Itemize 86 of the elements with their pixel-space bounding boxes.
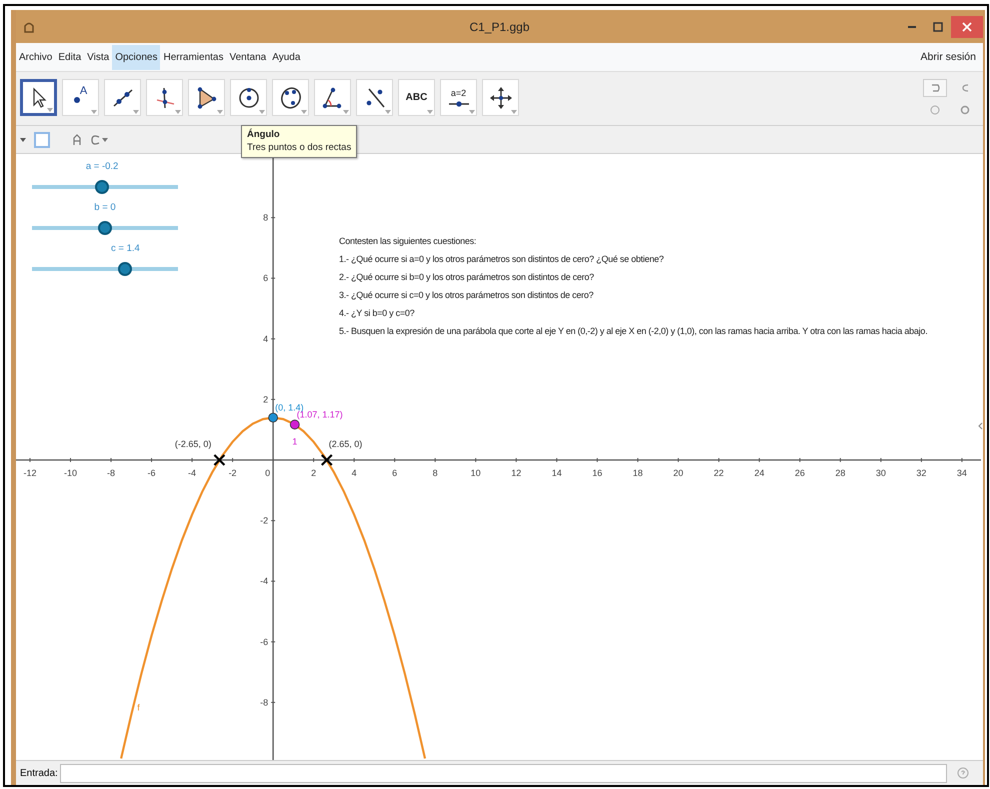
close-button[interactable] — [951, 16, 983, 38]
menu-item[interactable]: Vista — [84, 44, 112, 70]
question-text: 4.- ¿Y si b=0 y c=0? — [339, 308, 416, 318]
y-tick-label: 2 — [263, 394, 268, 404]
close-icon — [962, 22, 972, 32]
x-tick-label: 34 — [956, 468, 967, 478]
x-tick-label: 10 — [470, 468, 481, 478]
minimize-icon — [908, 26, 916, 28]
x-tick-label: 26 — [794, 468, 805, 478]
ellipse-icon — [278, 86, 302, 110]
point-label: (2.65, 0) — [328, 439, 362, 450]
slider-thumb[interactable] — [98, 221, 112, 235]
slider-label: b = 0 — [94, 202, 116, 213]
x-tick-label: 4 — [352, 468, 357, 478]
window-title: C1_P1.ggb — [469, 20, 530, 34]
x-tick-label: -4 — [188, 468, 196, 478]
menu-item[interactable]: Ayuda — [269, 44, 304, 70]
x-tick-label: 22 — [714, 468, 724, 478]
x-tick-label: 28 — [835, 468, 846, 478]
point[interactable] — [290, 420, 300, 430]
y-tick-label: 6 — [263, 273, 268, 284]
input-field[interactable] — [60, 764, 947, 782]
slider-label: c = 1.4 — [111, 243, 140, 254]
point-label: (-2.65, 0) — [174, 439, 212, 450]
x-tick-label: -2 — [228, 468, 237, 478]
y-tick-label: -4 — [260, 576, 268, 586]
tool-button[interactable] — [20, 79, 57, 116]
y-tick-label: -2 — [260, 516, 268, 526]
menu-item[interactable]: Opciones — [112, 44, 160, 70]
question-text: 2.- ¿Qué ocurre si b=0 y los otros parámetros son distintos de cero? — [339, 272, 595, 282]
maximize-icon — [933, 22, 943, 32]
menu-item[interactable]: Edita — [55, 44, 84, 70]
x-tick-label: -12 — [23, 468, 36, 478]
question-text: 3.- ¿Qué ocurre si c=0 y los otros parámetros son distintos de cero? — [339, 290, 594, 300]
x-tick-label: 20 — [673, 468, 684, 478]
y-tick-label: -8 — [260, 697, 268, 708]
x-tick-label: 0 — [265, 468, 270, 478]
x-tick-label: 12 — [511, 468, 522, 478]
x-tick-label: 6 — [392, 468, 398, 478]
x-tick-label: 16 — [592, 468, 602, 478]
tool-button[interactable]: A — [62, 79, 99, 116]
slider-label: a = -0.2 — [86, 161, 118, 172]
sign-in-link[interactable]: Abrir sesión — [918, 44, 979, 70]
caret-icon — [102, 136, 108, 142]
x-tick-label: 18 — [632, 468, 643, 478]
x-tick-label: 32 — [916, 468, 926, 478]
tooltip-title: Ángulo — [247, 129, 281, 140]
undo-icon — [929, 82, 941, 94]
x-tick-label: 2 — [311, 468, 316, 478]
menu-item[interactable]: Herramientas — [160, 44, 226, 70]
dropdown-triangle-icon — [20, 136, 26, 142]
point-index-label: 1 — [292, 436, 298, 447]
x-tick-label: 8 — [432, 468, 438, 478]
style-dropdown-button[interactable] — [90, 134, 108, 146]
x-tick-label: 30 — [876, 468, 886, 478]
menu-item[interactable]: Archivo — [16, 44, 56, 70]
slider-thumb[interactable] — [95, 180, 110, 194]
intersection-cross-icon[interactable] — [213, 454, 226, 466]
curve-label: f — [137, 702, 140, 713]
home-icon — [72, 134, 82, 146]
y-tick-label: 8 — [263, 212, 268, 223]
question-text: 5.- Busquen la expresión de una parábola que corte al eje Y en (0,-2) y al eje X en (-2,0) y (1,0), con las ramas hacia arriba. Y otra con las ramas hacia abajo. — [339, 326, 928, 336]
menu-item[interactable]: Ventana — [226, 44, 270, 70]
home-button[interactable] — [72, 134, 82, 146]
point-icon — [74, 97, 80, 103]
intersection-cross-icon[interactable] — [320, 454, 333, 466]
x-tick-label: 24 — [754, 468, 764, 478]
arc-icon — [90, 134, 100, 146]
four-way-arrows-icon — [488, 86, 512, 110]
x-tick-label: -10 — [64, 468, 77, 478]
question-text: 1.- ¿Qué ocurre si a=0 y los otros parámetros son distintos de cero? ¿Qué se obtiene? — [339, 254, 665, 264]
questions-heading: Contesten las siguientes cuestiones: — [339, 236, 478, 246]
tool-button[interactable]: a=2 — [440, 79, 477, 116]
x-tick-label: -8 — [107, 468, 116, 478]
point[interactable] — [268, 412, 278, 422]
slider-thumb[interactable] — [118, 262, 132, 276]
undo-button[interactable] — [923, 79, 947, 97]
x-tick-label: -6 — [148, 468, 156, 478]
input-label: Entrada: — [20, 768, 58, 778]
y-tick-label: 4 — [263, 334, 268, 344]
tool-button[interactable]: ABC — [398, 79, 435, 116]
circle-icon — [236, 86, 260, 110]
y-tick-label: -6 — [260, 636, 268, 647]
x-tick-label: 14 — [552, 468, 562, 478]
toggle-button[interactable] — [34, 132, 50, 148]
tooltip-text: Tres puntos o dos rectas — [247, 142, 352, 153]
